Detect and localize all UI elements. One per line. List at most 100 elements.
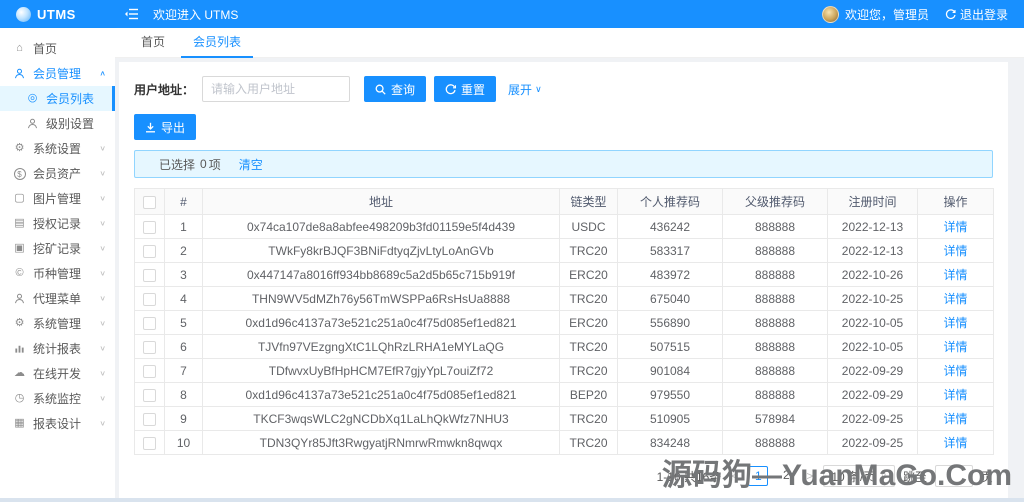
sidebar-item-system-monitor[interactable]: ◷ 系统监控 ∨ <box>0 386 115 411</box>
sidebar-item-level-settings[interactable]: 级别设置 <box>0 111 115 136</box>
sidebar-item-authorization-records[interactable]: ▤ 授权记录 ∨ <box>0 211 115 236</box>
cell-parent-code: 888888 <box>723 431 828 455</box>
row-checkbox[interactable] <box>143 389 156 402</box>
user-address-input[interactable] <box>202 76 350 102</box>
chevron-down-icon: ∨ <box>99 269 106 278</box>
page-2-button[interactable]: 2 <box>776 466 796 486</box>
sidebar-item-statistics-report[interactable]: 统计报表 ∨ <box>0 336 115 361</box>
table-row: 9 TKCF3wqsWLC2gNCDbXq1LaLhQkWfz7NHU3 TRC… <box>135 407 994 431</box>
cell-index: 10 <box>165 431 203 455</box>
sidebar: ⌂ 首页 会员管理 ∧ ◎ 会员列表 级别设置 ⚙ <box>0 28 115 502</box>
sidebar-item-coin-management[interactable]: © 币种管理 ∨ <box>0 261 115 286</box>
cell-address: TDfwvxUyBfHpHCM7EfR7gjyYpL7ouiZf72 <box>203 359 560 383</box>
tab-home[interactable]: 首页 <box>129 28 177 58</box>
sidebar-item-member-management[interactable]: 会员管理 ∧ <box>0 61 115 86</box>
detail-link[interactable]: 详情 <box>943 364 967 378</box>
sidebar-item-member-list[interactable]: ◎ 会员列表 <box>0 86 115 111</box>
row-checkbox[interactable] <box>143 317 156 330</box>
table-row: 7 TDfwvxUyBfHpHCM7EfR7gjyYpL7ouiZf72 TRC… <box>135 359 994 383</box>
cell-reg-time: 2022-12-13 <box>828 215 918 239</box>
prev-page-button[interactable]: < <box>729 469 740 483</box>
col-chain-type: 链类型 <box>560 189 618 215</box>
chevron-down-icon: ∨ <box>99 394 106 403</box>
tab-member-list[interactable]: 会员列表 <box>181 28 253 58</box>
sidebar-item-online-development[interactable]: ☁ 在线开发 ∨ <box>0 361 115 386</box>
row-checkbox[interactable] <box>143 269 156 282</box>
row-checkbox[interactable] <box>143 437 156 450</box>
coin-icon: © <box>13 268 26 279</box>
logout-button[interactable]: 退出登录 <box>945 6 1008 23</box>
detail-link[interactable]: 详情 <box>943 292 967 306</box>
col-action: 操作 <box>918 189 994 215</box>
cell-parent-code: 578984 <box>723 407 828 431</box>
card-icon: ▤ <box>13 218 26 229</box>
detail-link[interactable]: 详情 <box>943 436 967 450</box>
sidebar-item-home[interactable]: ⌂ 首页 <box>0 36 115 61</box>
detail-link[interactable]: 详情 <box>943 412 967 426</box>
sidebar-item-report-design[interactable]: ▦ 报表设计 ∨ <box>0 411 115 436</box>
selected-count: 0 <box>200 157 207 171</box>
table-row: 10 TDN3QYr85Jft3RwgyatjRNmrwRmwkn8qwqx T… <box>135 431 994 455</box>
user-greeting: 欢迎您，管理员 <box>845 6 929 23</box>
logo[interactable]: UTMS <box>0 7 115 22</box>
row-checkbox[interactable] <box>143 245 156 258</box>
page-size-select[interactable]: 10 条/页 ∨ <box>823 465 895 487</box>
clear-selection-link[interactable]: 清空 <box>239 156 263 173</box>
sidebar-item-system-management[interactable]: ⚙ 系统管理 ∨ <box>0 311 115 336</box>
cell-index: 2 <box>165 239 203 263</box>
page-1-button[interactable]: 1 <box>748 466 768 486</box>
sidebar-item-agent-menu[interactable]: 代理菜单 ∨ <box>0 286 115 311</box>
next-page-button[interactable]: > <box>804 469 815 483</box>
logo-text: UTMS <box>37 7 76 22</box>
cell-chain-type: USDC <box>560 215 618 239</box>
chevron-down-icon: ∨ <box>535 84 542 95</box>
row-checkbox[interactable] <box>143 293 156 306</box>
jump-page-input[interactable] <box>935 465 973 487</box>
col-index: # <box>165 189 203 215</box>
cell-personal-code: 675040 <box>618 287 723 311</box>
sidebar-item-member-assets[interactable]: $ 会员资产 ∨ <box>0 161 115 186</box>
collapse-menu-icon[interactable] <box>125 8 139 20</box>
logout-label: 退出登录 <box>960 6 1008 23</box>
query-button[interactable]: 查询 <box>364 76 426 102</box>
table-row: 3 0x447147a8016ff934bb8689c5a2d5b65c715b… <box>135 263 994 287</box>
row-checkbox[interactable] <box>143 413 156 426</box>
cell-chain-type: TRC20 <box>560 287 618 311</box>
table-row: 2 TWkFy8krBJQF3BNiFdtyqZjvLtyLoAnGVb TRC… <box>135 239 994 263</box>
sidebar-item-system-settings[interactable]: ⚙ 系统设置 ∨ <box>0 136 115 161</box>
row-checkbox[interactable] <box>143 221 156 234</box>
chevron-down-icon: ∨ <box>99 219 106 228</box>
cell-chain-type: TRC20 <box>560 431 618 455</box>
cell-parent-code: 888888 <box>723 287 828 311</box>
agent-icon <box>13 293 26 304</box>
reset-button[interactable]: 重置 <box>434 76 496 102</box>
bar-chart-icon <box>13 343 26 354</box>
cell-parent-code: 888888 <box>723 239 828 263</box>
table-row: 6 TJVfn97VEzgngXtC1LQhRzLRHA1eMYLaQG TRC… <box>135 335 994 359</box>
export-button[interactable]: 导出 <box>134 114 196 140</box>
cell-index: 3 <box>165 263 203 287</box>
sidebar-item-image-management[interactable]: ▢ 图片管理 ∨ <box>0 186 115 211</box>
cell-personal-code: 436242 <box>618 215 723 239</box>
cell-reg-time: 2022-10-05 <box>828 335 918 359</box>
cell-personal-code: 483972 <box>618 263 723 287</box>
avatar[interactable] <box>822 6 839 23</box>
detail-link[interactable]: 详情 <box>943 388 967 402</box>
gear-icon: ⚙ <box>13 318 26 329</box>
table-row: 8 0xd1d96c4137a73e521c251a0c4f75d085ef1e… <box>135 383 994 407</box>
detail-link[interactable]: 详情 <box>943 316 967 330</box>
pagination: 1-10 共16条 < 1 2 > 10 条/页 ∨ 跳至 页 <box>134 465 993 487</box>
row-checkbox[interactable] <box>143 341 156 354</box>
selected-suffix: 项 <box>209 156 221 173</box>
detail-link[interactable]: 详情 <box>943 244 967 258</box>
app-window: UTMS 欢迎进入 UTMS 欢迎您，管理员 退出登录 ⌂ 首页 会员管理 <box>0 0 1024 502</box>
select-all-checkbox[interactable] <box>143 196 156 209</box>
cell-personal-code: 556890 <box>618 311 723 335</box>
detail-link[interactable]: 详情 <box>943 268 967 282</box>
detail-link[interactable]: 详情 <box>943 340 967 354</box>
detail-link[interactable]: 详情 <box>943 220 967 234</box>
row-checkbox[interactable] <box>143 365 156 378</box>
sidebar-item-mining-records[interactable]: ▣ 挖矿记录 ∨ <box>0 236 115 261</box>
cell-personal-code: 834248 <box>618 431 723 455</box>
expand-link[interactable]: 展开 ∨ <box>508 81 542 98</box>
